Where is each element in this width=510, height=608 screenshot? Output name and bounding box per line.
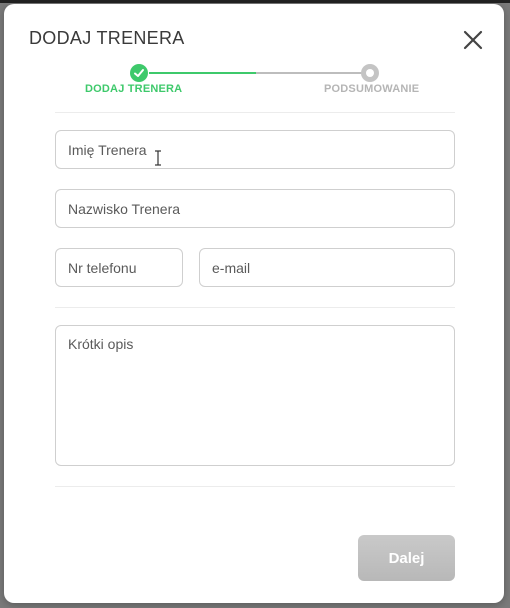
short-description-textarea[interactable] <box>55 325 455 466</box>
trainer-first-name-input[interactable] <box>55 130 455 169</box>
stepper-progress-line <box>149 72 256 74</box>
step-2-indicator <box>361 64 379 82</box>
stepper-remaining-line <box>256 72 364 74</box>
divider <box>55 112 455 113</box>
window-top-bar <box>0 0 510 3</box>
phone-input[interactable] <box>55 248 183 287</box>
step-2-label: PODSUMOWANIE <box>324 83 420 95</box>
text-cursor-icon <box>155 150 161 166</box>
step-1-label: DODAJ TRENERA <box>85 83 183 95</box>
divider <box>55 307 455 308</box>
add-trainer-modal: DODAJ TRENERA DODAJ TRENERA PODSUMOWANIE <box>4 4 504 603</box>
stepper: DODAJ TRENERA PODSUMOWANIE <box>4 4 504 114</box>
divider <box>55 486 455 487</box>
next-button[interactable]: Dalej <box>358 535 455 581</box>
email-input[interactable] <box>199 248 455 287</box>
check-icon <box>134 69 144 77</box>
trainer-last-name-input[interactable] <box>55 189 455 228</box>
step-1-indicator <box>130 64 148 82</box>
